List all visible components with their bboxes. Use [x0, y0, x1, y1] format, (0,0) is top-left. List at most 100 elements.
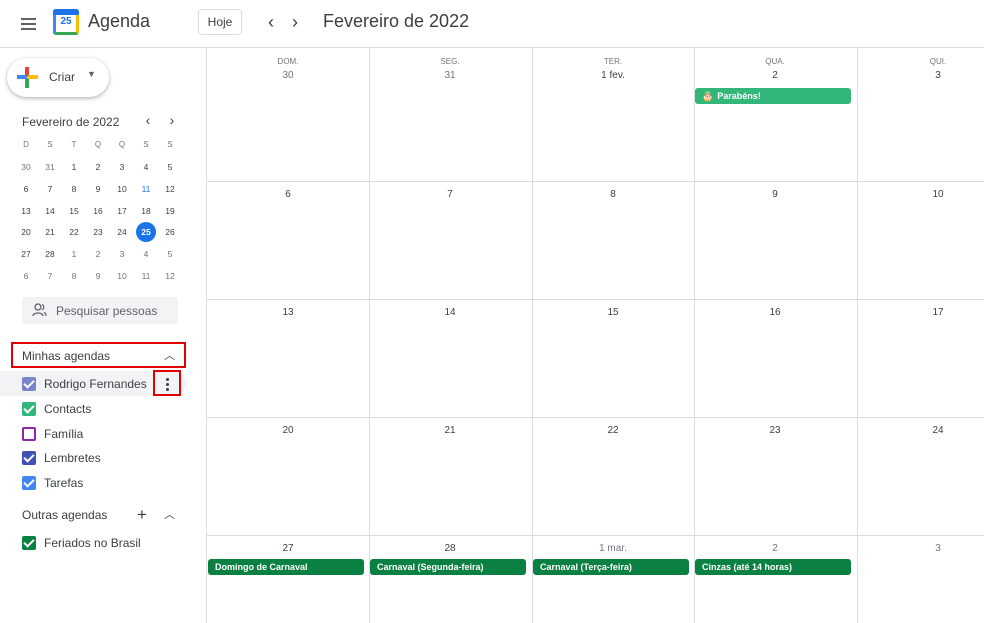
- day-number[interactable]: 15: [532, 307, 694, 318]
- mini-day[interactable]: 8: [63, 179, 85, 199]
- today-button[interactable]: Hoje: [198, 9, 242, 35]
- day-number[interactable]: 24: [857, 425, 984, 436]
- mini-day[interactable]: 11: [135, 266, 157, 286]
- more-options-icon[interactable]: [153, 370, 181, 396]
- day-number[interactable]: 10: [857, 189, 984, 200]
- calendar-event[interactable]: Domingo de Carnaval: [208, 559, 365, 575]
- collapse-other-calendars-icon[interactable]: ︿: [164, 506, 175, 522]
- mini-day[interactable]: 15: [63, 201, 85, 221]
- mini-day[interactable]: 4: [135, 157, 157, 177]
- day-number[interactable]: 14: [369, 307, 531, 318]
- mini-day[interactable]: 6: [15, 179, 37, 199]
- calendar-checkbox[interactable]: [22, 377, 36, 391]
- day-number[interactable]: 9: [694, 189, 856, 200]
- my-calendars-title[interactable]: Minhas agendas: [22, 349, 110, 363]
- create-button[interactable]: Criar ▼: [7, 58, 109, 97]
- day-number[interactable]: 13: [207, 307, 369, 318]
- calendar-checkbox[interactable]: [22, 451, 36, 466]
- mini-day[interactable]: 9: [87, 266, 109, 286]
- calendar-checkbox[interactable]: [22, 476, 36, 491]
- calendar-list-item[interactable]: Rodrigo Fernandes: [22, 374, 172, 394]
- day-number[interactable]: 21: [369, 425, 531, 436]
- mini-day[interactable]: 16: [87, 201, 109, 221]
- day-number[interactable]: 3: [857, 543, 984, 554]
- main-menu-icon[interactable]: [17, 12, 41, 36]
- mini-day[interactable]: 14: [39, 201, 61, 221]
- mini-day[interactable]: 8: [63, 266, 85, 286]
- calendar-event[interactable]: Carnaval (Segunda-feira): [370, 559, 527, 575]
- mini-day[interactable]: 27: [15, 244, 37, 264]
- mini-prev-month-icon[interactable]: ‹: [141, 112, 155, 128]
- day-number[interactable]: 6: [207, 189, 369, 200]
- mini-day[interactable]: 6: [15, 266, 37, 286]
- mini-day[interactable]: 2: [87, 157, 109, 177]
- mini-day[interactable]: 4: [135, 244, 157, 264]
- mini-day[interactable]: 10: [111, 266, 133, 286]
- calendar-list-item[interactable]: Família: [22, 424, 172, 444]
- mini-day[interactable]: 2: [87, 244, 109, 264]
- day-number[interactable]: 23: [694, 425, 856, 436]
- day-number[interactable]: 2: [694, 543, 856, 554]
- mini-day[interactable]: 13: [15, 201, 37, 221]
- mini-day[interactable]: 5: [159, 157, 181, 177]
- mini-day[interactable]: 3: [111, 157, 133, 177]
- mini-day[interactable]: 25: [136, 222, 156, 243]
- mini-day[interactable]: 17: [111, 201, 133, 221]
- day-number[interactable]: 3: [857, 70, 984, 81]
- calendar-checkbox[interactable]: [22, 536, 36, 550]
- collapse-my-calendars-icon[interactable]: ︿: [164, 347, 175, 363]
- day-number[interactable]: 27: [207, 543, 369, 554]
- calendar-list-item[interactable]: Lembretes: [22, 448, 172, 468]
- calendar-checkbox[interactable]: [22, 426, 36, 441]
- mini-day[interactable]: 24: [111, 222, 133, 242]
- next-period-icon[interactable]: ›: [285, 10, 305, 34]
- previous-period-icon[interactable]: ‹: [261, 10, 281, 34]
- mini-day[interactable]: 7: [39, 179, 61, 199]
- mini-day[interactable]: 3: [111, 244, 133, 264]
- mini-day[interactable]: 19: [159, 201, 181, 221]
- add-calendar-icon[interactable]: +: [137, 505, 147, 525]
- day-number[interactable]: 30: [207, 70, 369, 81]
- day-number[interactable]: 8: [532, 189, 694, 200]
- mini-day[interactable]: 12: [159, 179, 181, 199]
- day-number[interactable]: 31: [369, 70, 531, 81]
- day-number[interactable]: 22: [532, 425, 694, 436]
- calendar-event[interactable]: 🎂 Parabéns!: [695, 88, 852, 104]
- day-number[interactable]: 7: [369, 189, 531, 200]
- calendar-checkbox[interactable]: [22, 401, 36, 416]
- calendar-event[interactable]: Carnaval (Terça-feira): [533, 559, 690, 575]
- mini-day[interactable]: 21: [39, 222, 61, 242]
- calendar-event[interactable]: Cinzas (até 14 horas): [695, 559, 852, 575]
- calendar-list-item[interactable]: Tarefas: [22, 473, 172, 493]
- mini-day[interactable]: 5: [159, 244, 181, 264]
- mini-day[interactable]: 9: [87, 179, 109, 199]
- weekday-header: TER.: [603, 57, 623, 66]
- calendar-list-item[interactable]: Feriados no Brasil: [22, 533, 172, 553]
- search-people-input[interactable]: Pesquisar pessoas: [22, 297, 178, 324]
- mini-day[interactable]: 26: [159, 222, 181, 242]
- mini-next-month-icon[interactable]: ›: [165, 112, 179, 128]
- calendar-list-item[interactable]: Contacts: [22, 399, 172, 419]
- day-number[interactable]: 28: [369, 543, 531, 554]
- mini-day[interactable]: 30: [15, 157, 37, 177]
- mini-day[interactable]: 23: [87, 222, 109, 242]
- day-number[interactable]: 2: [694, 70, 856, 81]
- mini-day[interactable]: 28: [39, 244, 61, 264]
- mini-day[interactable]: 22: [63, 222, 85, 242]
- mini-day[interactable]: 1: [63, 244, 85, 264]
- mini-day[interactable]: 20: [15, 222, 37, 242]
- day-number[interactable]: 1 fev.: [532, 70, 694, 81]
- day-number[interactable]: 17: [857, 307, 984, 318]
- mini-day[interactable]: 7: [39, 266, 61, 286]
- mini-day[interactable]: 18: [135, 201, 157, 221]
- mini-day[interactable]: 11: [135, 179, 157, 199]
- other-calendars-title[interactable]: Outras agendas: [22, 508, 107, 522]
- mini-day[interactable]: 31: [39, 157, 61, 177]
- mini-day[interactable]: 1: [63, 157, 85, 177]
- mini-day[interactable]: 10: [111, 179, 133, 199]
- mini-day[interactable]: 12: [159, 266, 181, 286]
- day-number[interactable]: 1 mar.: [532, 543, 694, 554]
- day-number[interactable]: 16: [694, 307, 856, 318]
- day-number[interactable]: 20: [207, 425, 369, 436]
- event-title: Parabéns!: [717, 91, 761, 101]
